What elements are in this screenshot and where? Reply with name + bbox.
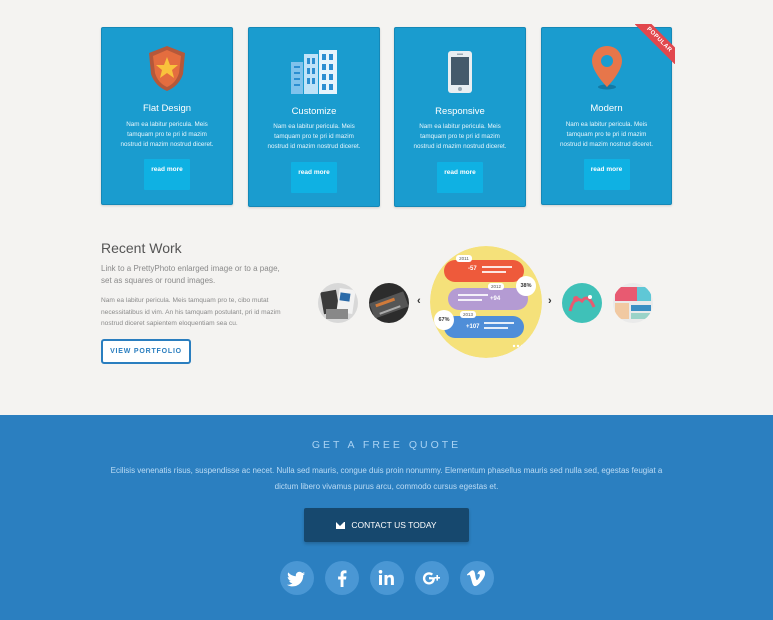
infographic-percent-1: 38% bbox=[520, 283, 532, 289]
recent-work-text: Nam ea labitur pericula. Meis tamquam pr… bbox=[101, 297, 281, 327]
read-more-button[interactable]: read more bbox=[291, 162, 337, 193]
popular-badge: POPULAR bbox=[635, 24, 675, 64]
infographic-year-2012: 2012 bbox=[490, 284, 501, 289]
facebook-icon[interactable] bbox=[325, 561, 359, 595]
contact-us-label: CONTACT US TODAY bbox=[351, 520, 437, 530]
smartphone-icon bbox=[447, 50, 473, 99]
feature-title: Responsive bbox=[435, 106, 485, 117]
buildings-icon bbox=[289, 48, 339, 99]
carousel-prev-arrow[interactable]: ‹ bbox=[417, 295, 421, 307]
feature-card-responsive: Responsive Nam ea labitur pericula. Meis… bbox=[394, 27, 526, 207]
read-more-button[interactable]: read more bbox=[583, 159, 630, 190]
recent-work-title: Recent Work bbox=[101, 240, 182, 256]
linkedin-icon[interactable] bbox=[370, 561, 404, 595]
feature-description: Nam ea labitur pericula. Meis tamquam pr… bbox=[413, 123, 507, 150]
infographic-value-2: +94 bbox=[490, 296, 501, 302]
quote-text: Ecilisis venenatis risus, suspendisse ac… bbox=[110, 466, 663, 491]
view-portfolio-button[interactable]: VIEW PORTFOLIO bbox=[101, 339, 191, 364]
feature-description: Nam ea labitur pericula. Meis tamquam pr… bbox=[267, 123, 361, 150]
feature-description: Nam ea labitur pericula. Meis tamquam pr… bbox=[559, 121, 654, 148]
portfolio-infographic[interactable]: 2011 -57 2012 +94 2013 +107 38% 67% bbox=[430, 246, 542, 358]
popular-ribbon: POPULAR bbox=[635, 24, 675, 64]
feature-description: Nam ea labitur pericula. Meis tamquam pr… bbox=[120, 121, 214, 148]
read-more-button[interactable]: read more bbox=[144, 159, 190, 190]
portfolio-thumb-4[interactable] bbox=[613, 283, 653, 323]
feature-title: Modern bbox=[590, 103, 623, 114]
infographic-year-2011: 2011 bbox=[459, 256, 469, 261]
google-plus-icon[interactable] bbox=[415, 561, 449, 595]
vimeo-icon[interactable] bbox=[460, 561, 494, 595]
map-pin-icon bbox=[590, 44, 624, 95]
infographic-value-1: -57 bbox=[468, 266, 477, 272]
read-more-button[interactable]: read more bbox=[437, 162, 483, 193]
shield-star-icon bbox=[145, 44, 189, 97]
feature-title: Flat Design bbox=[142, 103, 192, 114]
infographic-value-3: +107 bbox=[466, 324, 480, 330]
portfolio-thumb-1[interactable] bbox=[318, 283, 358, 323]
carousel-next-arrow[interactable]: › bbox=[548, 295, 552, 307]
twitter-icon[interactable] bbox=[280, 561, 314, 595]
infographic-year-2013: 2013 bbox=[462, 312, 473, 317]
recent-work-subtitle: Link to a PrettyPhoto enlarged image or … bbox=[101, 264, 280, 285]
feature-card-flat-design: Flat Design Nam ea labitur pericula. Mei… bbox=[101, 27, 233, 205]
contact-us-button[interactable]: CONTACT US TODAY bbox=[304, 508, 469, 542]
feature-card-modern: POPULAR Modern Nam ea labitur pericula. … bbox=[541, 24, 675, 205]
portfolio-thumb-3[interactable] bbox=[562, 283, 602, 323]
feature-card-customize: Customize Nam ea labitur pericula. Meis … bbox=[248, 27, 380, 207]
quote-section: GET A FREE QUOTE Ecilisis venenatis risu… bbox=[0, 415, 773, 620]
portfolio-thumb-2[interactable] bbox=[369, 283, 409, 323]
infographic-percent-2: 67% bbox=[438, 317, 450, 323]
features-section: Flat Design Nam ea labitur pericula. Mei… bbox=[0, 0, 773, 415]
envelope-icon bbox=[336, 521, 346, 529]
quote-title: GET A FREE QUOTE bbox=[311, 439, 462, 451]
feature-title: Customize bbox=[291, 106, 337, 117]
